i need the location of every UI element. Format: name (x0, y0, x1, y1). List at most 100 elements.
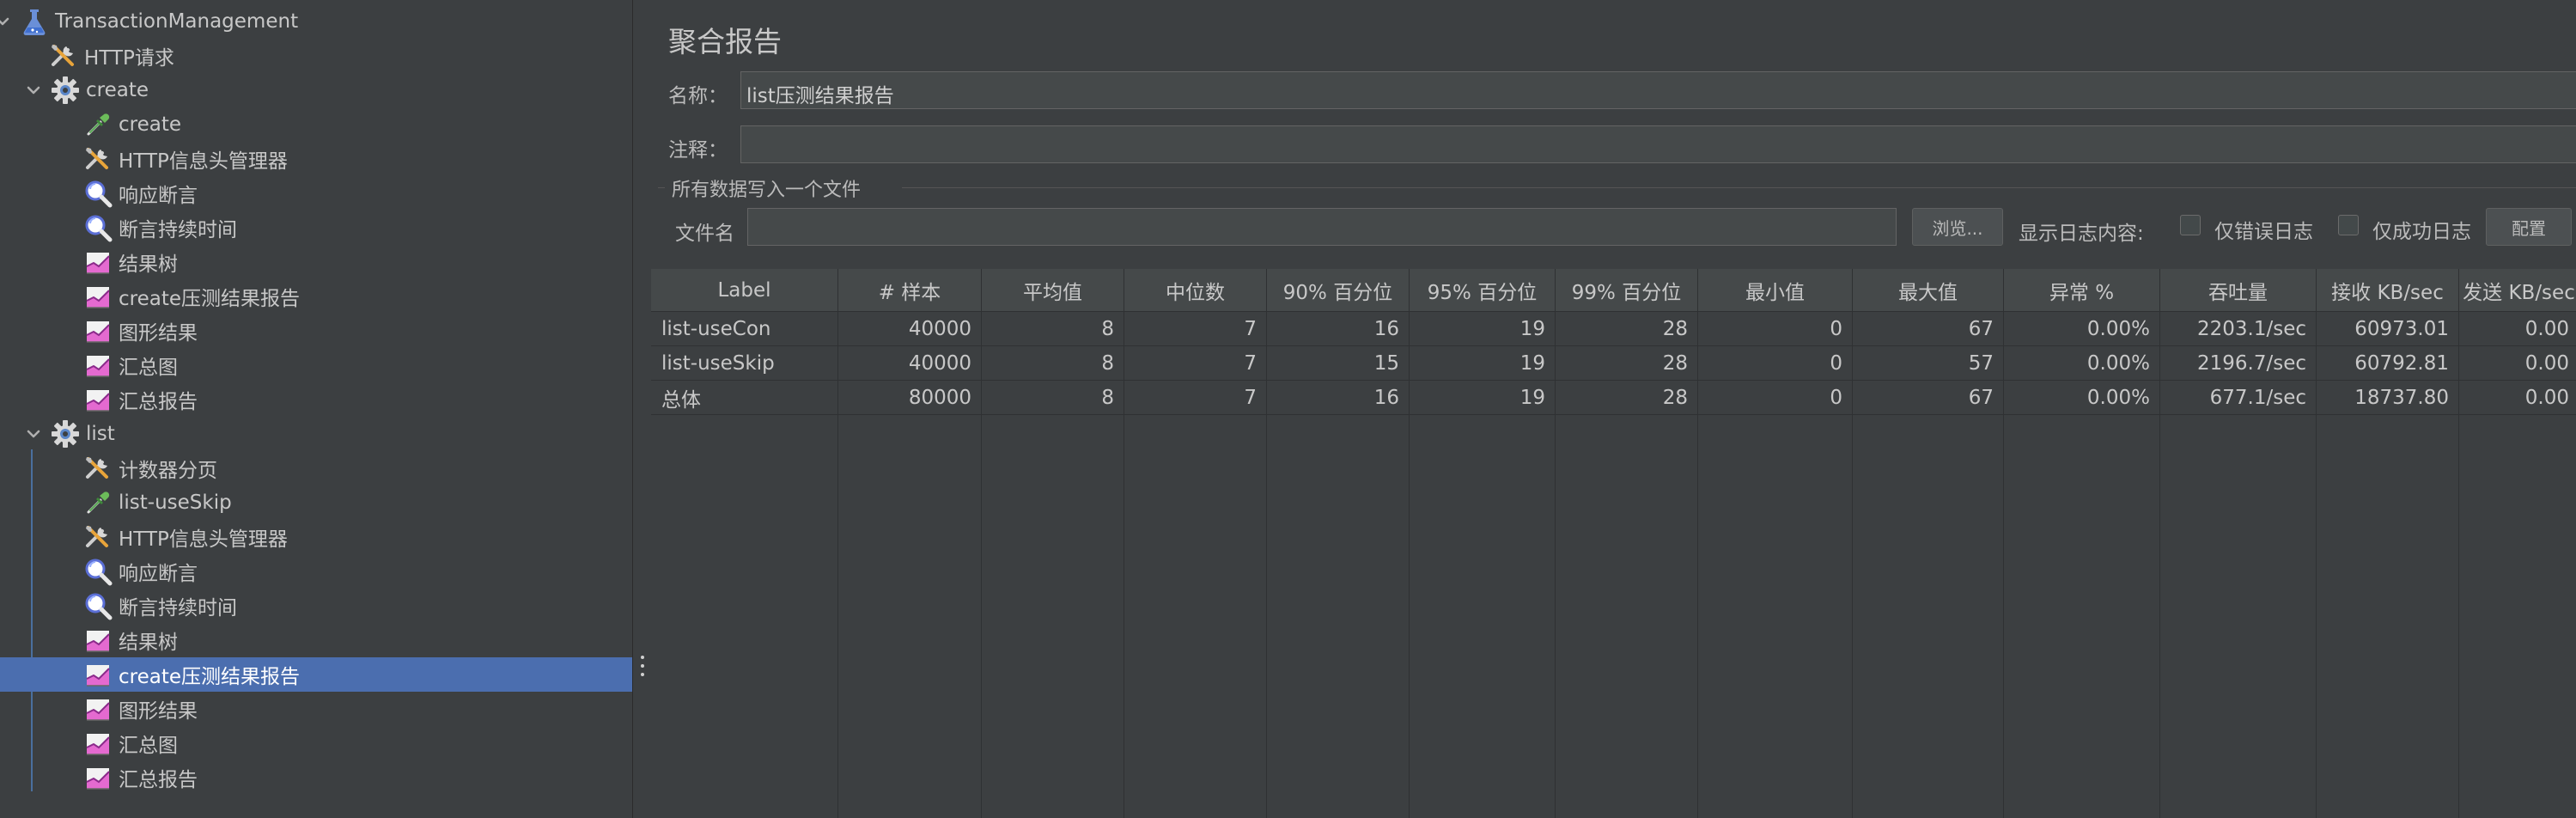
table-cell[interactable]: 67 (1853, 312, 2004, 346)
column-header[interactable]: # 样本 (838, 269, 982, 312)
column-header[interactable]: 最大值 (1853, 269, 2004, 312)
tree-item[interactable]: 响应断言 (0, 554, 632, 589)
column-header[interactable]: 平均值 (982, 269, 1124, 312)
table-cell[interactable]: 67 (1853, 381, 2004, 415)
graph-icon (82, 693, 113, 724)
column-header[interactable]: 接收 KB/sec (2317, 269, 2459, 312)
gear-icon (50, 418, 81, 449)
tree-item-label: create压测结果报告 (119, 288, 301, 310)
tree-item[interactable]: 图形结果 (0, 692, 632, 726)
splitter-grip-dot (641, 673, 644, 676)
table-cell[interactable]: 0 (1698, 312, 1853, 346)
table-cell[interactable]: 60973.01 (2317, 312, 2459, 346)
table-cell[interactable]: 0.00 (2459, 346, 2576, 381)
row-label-cell[interactable]: 总体 (651, 381, 838, 415)
table-cell[interactable]: 28 (1556, 381, 1698, 415)
tree-item[interactable]: 汇总图 (0, 348, 632, 382)
filename-input[interactable] (747, 208, 1897, 246)
tools-icon (82, 143, 113, 174)
table-cell[interactable]: 19 (1410, 312, 1556, 346)
tree-item[interactable]: 响应断言 (0, 176, 632, 211)
tree-item-label: 断言持续时间 (119, 597, 237, 620)
name-input[interactable]: list压测结果报告 (740, 71, 2576, 109)
table-cell[interactable]: 40000 (838, 312, 982, 346)
comment-label: 注释： (668, 139, 728, 162)
tree-item[interactable]: 结果树 (0, 623, 632, 657)
errors-only-checkbox[interactable] (2180, 215, 2201, 235)
chevron-down-icon[interactable] (24, 424, 43, 443)
table-cell[interactable]: 40000 (838, 346, 982, 381)
table-cell[interactable]: 0 (1698, 381, 1853, 415)
success-only-checkbox[interactable] (2338, 215, 2359, 235)
column-header[interactable]: Label (651, 269, 838, 312)
column-header[interactable]: 吞吐量 (2160, 269, 2317, 312)
tree-item[interactable]: create压测结果报告 (0, 657, 632, 692)
chevron-down-icon[interactable] (24, 81, 43, 100)
table-cell[interactable]: 0.00 (2459, 381, 2576, 415)
column-header[interactable]: 90% 百分位 (1267, 269, 1410, 312)
table-cell[interactable]: 8 (982, 346, 1124, 381)
graph-icon (82, 247, 113, 278)
tree-item-label: create (119, 113, 182, 136)
tree-item[interactable]: create (0, 73, 632, 107)
tree-item[interactable]: 汇总图 (0, 726, 632, 760)
tree-item[interactable]: 断言持续时间 (0, 211, 632, 245)
comment-input[interactable] (740, 125, 2576, 163)
table-cell[interactable]: 8 (982, 312, 1124, 346)
tree-item[interactable]: 图形结果 (0, 314, 632, 348)
pipette-icon (82, 109, 113, 140)
column-header[interactable]: 最小值 (1698, 269, 1853, 312)
tree-item[interactable]: 断言持续时间 (0, 589, 632, 623)
table-cell[interactable]: 0 (1698, 346, 1853, 381)
tree-item[interactable]: HTTP信息头管理器 (0, 142, 632, 176)
table-cell[interactable]: 60792.81 (2317, 346, 2459, 381)
row-label-cell[interactable]: list-useCon (651, 312, 838, 346)
table-cell[interactable]: 15 (1267, 346, 1410, 381)
table-cell[interactable]: 16 (1267, 312, 1410, 346)
table-cell[interactable]: 57 (1853, 346, 2004, 381)
column-header[interactable]: 异常 % (2004, 269, 2160, 312)
tree-item[interactable]: HTTP请求 (0, 39, 632, 73)
tree-item[interactable]: 汇总报告 (0, 382, 632, 417)
tree-item[interactable]: TransactionManagement (0, 4, 632, 39)
tree-item-label: HTTP信息头管理器 (119, 150, 288, 173)
tree-item[interactable]: create压测结果报告 (0, 279, 632, 314)
table-cell[interactable]: 2203.1/sec (2160, 312, 2317, 346)
table-cell[interactable]: 19 (1410, 346, 1556, 381)
tree-item[interactable]: list-useSkip (0, 485, 632, 520)
table-cell[interactable]: 0.00% (2004, 381, 2160, 415)
table-cell[interactable]: 7 (1124, 381, 1267, 415)
column-header[interactable]: 发送 KB/sec (2459, 269, 2576, 312)
test-plan-tree[interactable]: TransactionManagement HTTP请求 create create H… (0, 0, 632, 818)
tree-item[interactable]: HTTP信息头管理器 (0, 520, 632, 554)
row-label-cell[interactable]: list-useSkip (651, 346, 838, 381)
panel-splitter[interactable] (632, 0, 653, 818)
column-header[interactable]: 中位数 (1124, 269, 1267, 312)
column-header[interactable]: 95% 百分位 (1410, 269, 1556, 312)
table-cell[interactable]: 80000 (838, 381, 982, 415)
table-cell[interactable]: 28 (1556, 312, 1698, 346)
tree-item[interactable]: 结果树 (0, 245, 632, 279)
column-header[interactable]: 99% 百分位 (1556, 269, 1698, 312)
tree-item-label: 汇总图 (119, 357, 178, 379)
table-cell[interactable]: 7 (1124, 346, 1267, 381)
browse-button[interactable]: 浏览... (1912, 208, 2003, 246)
tree-item[interactable]: 汇总报告 (0, 760, 632, 795)
tree-item-label: 汇总报告 (119, 769, 198, 791)
table-cell[interactable]: 16 (1267, 381, 1410, 415)
table-cell[interactable]: 677.1/sec (2160, 381, 2317, 415)
table-cell[interactable]: 18737.80 (2317, 381, 2459, 415)
table-cell[interactable]: 8 (982, 381, 1124, 415)
table-cell[interactable]: 2196.7/sec (2160, 346, 2317, 381)
table-cell[interactable]: 19 (1410, 381, 1556, 415)
table-cell[interactable]: 0.00% (2004, 312, 2160, 346)
table-cell[interactable]: 0.00 (2459, 312, 2576, 346)
tree-item[interactable]: create (0, 107, 632, 142)
configure-button[interactable]: 配置 (2486, 208, 2572, 246)
tree-item[interactable]: list (0, 417, 632, 451)
tree-item[interactable]: 计数器分页 (0, 451, 632, 485)
table-cell[interactable]: 28 (1556, 346, 1698, 381)
table-cell[interactable]: 7 (1124, 312, 1267, 346)
table-cell[interactable]: 0.00% (2004, 346, 2160, 381)
chevron-down-icon[interactable] (0, 12, 12, 31)
